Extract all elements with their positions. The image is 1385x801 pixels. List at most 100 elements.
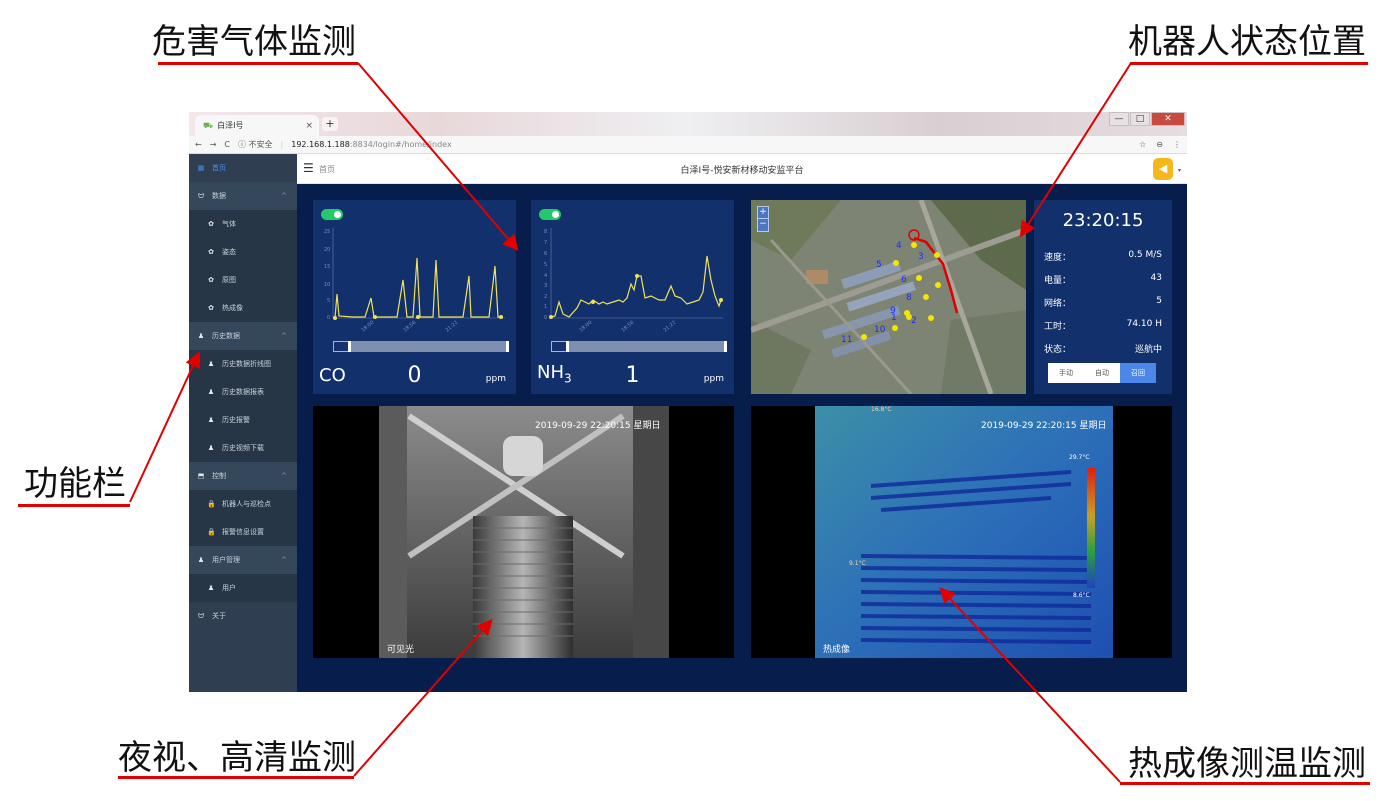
nh3-series-line: [550, 255, 722, 318]
security-indicator[interactable]: ⓘ 不安全: [238, 139, 273, 150]
sidebar-item-label: 历史数据折线图: [222, 360, 271, 368]
nh3-toggle-switch[interactable]: [539, 209, 561, 220]
nh3-y-tick: 2: [544, 294, 547, 300]
thermal-marker-b: 9.1°C: [849, 560, 866, 567]
checkpoint-dot: [861, 334, 867, 340]
callout-thermal-underline: [1120, 782, 1370, 785]
browser-tab[interactable]: ⛟ 白泽I号 ×: [195, 115, 319, 136]
sidebar-item[interactable]: ▦ 首页: [189, 154, 297, 182]
nh3-x-tick: 18:00: [578, 320, 593, 334]
co-time-range-slider[interactable]: [333, 341, 509, 352]
sidebar-item[interactable]: ᗢ 数据 ^: [189, 182, 297, 210]
sidebar-item[interactable]: ♟ 历史数据 ^: [189, 322, 297, 350]
chevron-up-icon[interactable]: ^: [281, 556, 287, 564]
address-actions: ☆ ⊖ ⋮: [1139, 140, 1181, 149]
sidebar-item[interactable]: ♟ 历史视频下载: [189, 434, 297, 462]
checkpoint-label: 11: [841, 335, 852, 345]
co-slider-handle-left[interactable]: [348, 341, 351, 352]
sidebar-item[interactable]: ♟ 用户管理 ^: [189, 546, 297, 574]
callout-robot-underline: [1130, 62, 1368, 65]
nh3-time-range-slider[interactable]: [551, 341, 727, 352]
sidebar-item[interactable]: ⬒ 控制 ^: [189, 462, 297, 490]
sidebar-item-label: 关于: [212, 612, 226, 620]
co-toggle-switch[interactable]: [321, 209, 343, 220]
sidebar-item[interactable]: ✿ 姿态: [189, 238, 297, 266]
maximize-button[interactable]: □: [1130, 112, 1150, 126]
status-clock: 23:20:15: [1062, 210, 1144, 231]
new-tab-button[interactable]: +: [322, 117, 338, 131]
speaker-alarm-icon[interactable]: ◀: [1153, 158, 1173, 180]
profile-icon[interactable]: ⊖: [1156, 140, 1163, 149]
sidebar-item[interactable]: ♟ 历史数据报表: [189, 378, 297, 406]
sidebar-item[interactable]: ♟ 历史报警: [189, 406, 297, 434]
sidebar-item[interactable]: ✿ 气体: [189, 210, 297, 238]
close-window-button[interactable]: ✕: [1151, 112, 1185, 126]
sidebar-item-label: 热成像: [222, 304, 243, 312]
sidebar-item-label: 首页: [212, 164, 226, 172]
manual-mode-button[interactable]: 手动: [1048, 363, 1084, 383]
status-value: 巡航中: [1134, 345, 1162, 355]
sidebar-item-label: 机器人与巡检点: [222, 500, 271, 508]
recall-mode-button[interactable]: 召回: [1120, 363, 1156, 383]
co-series-line: [333, 257, 503, 319]
sidebar-item-label: 用户管理: [212, 556, 240, 564]
nh3-x-tick: 18:56: [620, 320, 635, 334]
sidebar-item[interactable]: 🔒 机器人与巡检点: [189, 490, 297, 518]
visible-video-label: 可见光: [387, 645, 415, 655]
tab-close-icon[interactable]: ×: [305, 121, 313, 131]
visible-light-video[interactable]: 2019-09-29 22:20:15 星期日 可见光: [313, 406, 734, 658]
zoom-out-button[interactable]: −: [758, 219, 768, 231]
callout-robot-status: 机器人状态位置: [1128, 22, 1366, 62]
co-data-point: [333, 316, 337, 320]
callout-night-vision: 夜视、高清监测: [118, 738, 356, 778]
callout-thermal: 热成像测温监测: [1128, 744, 1366, 784]
thermal-camera-frame: [815, 406, 1113, 658]
chevron-up-icon[interactable]: ^: [281, 472, 287, 480]
co-gas-panel: 25 20 15 10 5 0 18:00 18:56 21:22 CO 0 p…: [313, 200, 516, 394]
sidebar-item[interactable]: ᗢ 关于: [189, 602, 297, 630]
status-row-state: 状态： 巡航中: [1044, 342, 1162, 355]
bookmark-star-icon[interactable]: ☆: [1139, 140, 1146, 149]
checkpoint-dot: [916, 275, 922, 281]
nh3-x-axis: 18:00 18:56 21:22: [578, 320, 677, 334]
sidebar-item[interactable]: ✿ 热成像: [189, 294, 297, 322]
tab-favicon-icon: ⛟: [203, 120, 214, 130]
forward-icon[interactable]: →: [210, 140, 217, 149]
sidebar-item[interactable]: ♟ 用户: [189, 574, 297, 602]
url-field[interactable]: 192.168.1.188:8834/login#/home/index: [291, 140, 451, 149]
checkpoint-label: 8: [906, 293, 912, 303]
map-zoom-control: + −: [757, 206, 769, 232]
sidebar-item-label: 报警信息设置: [222, 528, 264, 536]
robot-location-map[interactable]: 4 3 5 6 8 9 1 2 10 11 + −: [751, 200, 1026, 394]
nh3-slider-handle-right[interactable]: [724, 341, 727, 352]
sidebar-item[interactable]: ✿ 原图: [189, 266, 297, 294]
thermal-min-temp: 8.6°C: [1073, 592, 1090, 599]
minimize-button[interactable]: —: [1109, 112, 1129, 126]
auto-mode-button[interactable]: 自动: [1084, 363, 1120, 383]
chevron-down-icon[interactable]: ▾: [1178, 167, 1181, 174]
nh3-slider-handle-left[interactable]: [566, 341, 569, 352]
nh3-y-tick: 8: [544, 229, 547, 235]
thermal-video[interactable]: 2019-09-29 22:20:15 星期日 29.7°C 8.6°C 16.…: [751, 406, 1172, 658]
callout-night-underline: [118, 776, 354, 779]
co-x-tick: 18:00: [360, 320, 375, 334]
checkpoint-label: 3: [918, 252, 924, 262]
co-slider-handle-right[interactable]: [506, 341, 509, 352]
co-trend-chart: 25 20 15 10 5 0 18:00 18:56 21:22: [324, 228, 505, 334]
chevron-up-icon[interactable]: ^: [281, 192, 287, 200]
zoom-in-button[interactable]: +: [758, 207, 768, 219]
status-value: 43: [1150, 273, 1162, 283]
chevron-up-icon[interactable]: ^: [281, 332, 287, 340]
sidebar-item[interactable]: 🔒 报警信息设置: [189, 518, 297, 546]
nh3-y-tick: 6: [544, 251, 547, 257]
browser-window: ⛟ 白泽I号 × + — □ ✕ ← → C ⓘ 不安全 | 192.168.1…: [189, 112, 1187, 692]
browser-menu-icon[interactable]: ⋮: [1173, 140, 1181, 149]
sidebar-item-icon: ♟: [197, 556, 205, 564]
nh3-unit: ppm: [703, 374, 724, 384]
sidebar-item[interactable]: ♟ 历史数据折线图: [189, 350, 297, 378]
reload-icon[interactable]: C: [224, 140, 230, 149]
sidebar-item-icon: ✿: [208, 248, 214, 256]
back-icon[interactable]: ←: [195, 140, 202, 149]
status-row-speed: 速度： 0.5 M/S: [1044, 250, 1162, 263]
nh3-data-point: [549, 315, 553, 319]
